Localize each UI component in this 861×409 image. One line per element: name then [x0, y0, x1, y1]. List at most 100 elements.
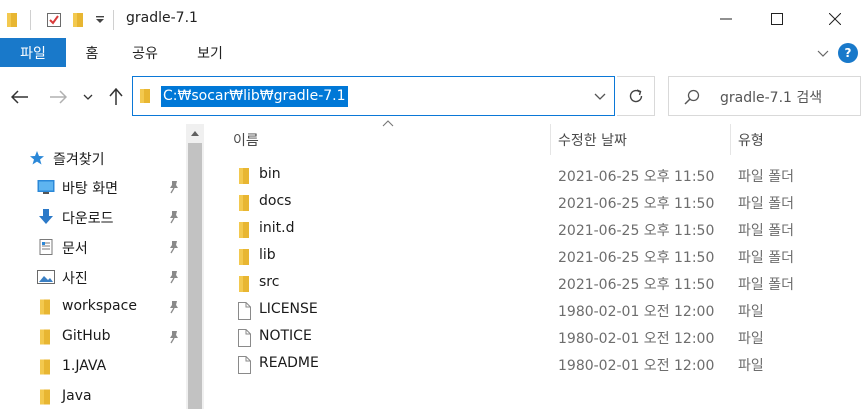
quick-access[interactable]: 즐겨찾기	[0, 145, 186, 171]
file-type: 파일 폴더	[738, 250, 794, 266]
navigation-pane: 즐겨찾기 바탕 화면 다운로드 문서 사진 workspace GitHub 1…	[0, 124, 186, 409]
help-button[interactable]: ?	[838, 43, 858, 63]
tab-view[interactable]: 보기	[188, 38, 232, 67]
refresh-icon	[629, 89, 642, 103]
folder-icon	[239, 249, 249, 265]
folder-icon	[239, 195, 249, 211]
sidebar-item-github[interactable]: GitHub	[0, 324, 186, 350]
search-icon	[684, 89, 700, 105]
up-button[interactable]	[104, 85, 128, 109]
close-icon	[829, 13, 841, 25]
table-row[interactable]: src 2021-06-25 오후 11:50 파일 폴더	[222, 270, 861, 297]
chevron-down-icon	[83, 94, 93, 100]
recent-locations-button[interactable]	[78, 85, 98, 109]
quick-access-label: 즐겨찾기	[53, 152, 105, 168]
column-header-name[interactable]: 이름	[233, 130, 259, 150]
search-input[interactable]: gradle-7.1 검색	[720, 87, 822, 107]
sidebar-item-label: 사진	[62, 271, 88, 287]
table-row[interactable]: docs 2021-06-25 오후 11:50 파일 폴더	[222, 189, 861, 216]
pin-icon[interactable]	[168, 210, 180, 224]
sidebar-item-1java[interactable]: 1.JAVA	[0, 354, 186, 380]
table-row[interactable]: LICENSE 1980-02-01 오전 12:00 파일	[222, 297, 861, 324]
file-name: LICENSE	[259, 301, 318, 317]
desktop-icon	[37, 180, 55, 194]
file-icon	[238, 329, 251, 347]
file-date: 2021-06-25 오후 11:50	[558, 250, 715, 266]
pin-icon[interactable]	[168, 300, 180, 314]
column-header-date[interactable]: 수정한 날짜	[558, 130, 627, 150]
table-row[interactable]: bin 2021-06-25 오후 11:50 파일 폴더	[222, 162, 861, 189]
forward-button[interactable]	[46, 85, 70, 109]
file-icon	[238, 356, 251, 374]
close-button[interactable]	[809, 0, 861, 38]
sidebar-item-workspace[interactable]: workspace	[0, 294, 186, 320]
file-date: 2021-06-25 오후 11:50	[558, 196, 715, 212]
file-icon	[238, 302, 251, 320]
sidebar-item-label: Java	[62, 388, 92, 404]
documents-icon	[39, 239, 53, 255]
folder-icon	[239, 276, 249, 292]
maximize-icon	[771, 13, 783, 25]
pin-icon[interactable]	[168, 330, 180, 344]
search-box[interactable]: gradle-7.1 검색	[668, 76, 861, 116]
refresh-button[interactable]	[617, 76, 655, 116]
scroll-up-button[interactable]	[186, 124, 204, 142]
minimize-icon	[720, 18, 732, 20]
minimize-button[interactable]	[700, 0, 752, 38]
sidebar-item-label: GitHub	[62, 328, 111, 344]
window-title: gradle-7.1	[126, 10, 198, 26]
file-type: 파일	[738, 331, 764, 347]
file-name: docs	[259, 193, 292, 209]
folder-icon	[239, 222, 249, 238]
file-date: 2021-06-25 오후 11:50	[558, 223, 715, 239]
sidebar-item-java[interactable]: Java	[0, 384, 186, 409]
folder-icon	[239, 168, 249, 184]
table-row[interactable]: NOTICE 1980-02-01 오전 12:00 파일	[222, 324, 861, 351]
title-bar: gradle-7.1	[0, 0, 861, 38]
scroll-thumb[interactable]	[188, 143, 202, 409]
tab-file[interactable]: 파일	[0, 38, 66, 67]
address-dropdown-icon[interactable]	[592, 88, 608, 104]
table-row[interactable]: init.d 2021-06-25 오후 11:50 파일 폴더	[222, 216, 861, 243]
table-row[interactable]: README 1980-02-01 오전 12:00 파일	[222, 351, 861, 378]
new-folder-icon[interactable]	[71, 11, 87, 29]
file-name: lib	[259, 247, 276, 263]
pin-icon[interactable]	[168, 240, 180, 254]
file-name: src	[259, 274, 280, 290]
column-header-row: 이름 수정한 날짜 유형	[222, 124, 861, 155]
up-arrow-icon	[109, 88, 123, 105]
file-type: 파일 폴더	[738, 223, 794, 239]
back-button[interactable]	[8, 85, 32, 109]
pin-icon[interactable]	[168, 270, 180, 284]
folder-icon	[40, 299, 50, 315]
address-bar[interactable]: C:₩socar₩lib₩gradle-7.1	[132, 76, 615, 116]
file-date: 1980-02-01 오전 12:00	[558, 304, 715, 320]
file-name: init.d	[259, 220, 295, 236]
sidebar-item-label: 문서	[62, 241, 88, 257]
folder-icon	[40, 329, 50, 345]
star-icon	[30, 151, 44, 165]
file-type: 파일 폴더	[738, 196, 794, 212]
sidebar-item-desktop[interactable]: 바탕 화면	[0, 174, 186, 200]
properties-icon[interactable]	[45, 11, 63, 29]
file-date: 1980-02-01 오전 12:00	[558, 358, 715, 374]
tab-share[interactable]: 공유	[123, 38, 167, 67]
tab-home[interactable]: 홈	[76, 38, 108, 67]
expand-ribbon-icon[interactable]	[815, 45, 831, 61]
ribbon: 파일 홈 공유 보기 ?	[0, 38, 861, 68]
maximize-button[interactable]	[751, 0, 803, 38]
sidebar-item-documents[interactable]: 문서	[0, 234, 186, 260]
sidebar-item-label: 다운로드	[62, 211, 114, 227]
download-icon	[39, 209, 53, 224]
file-date: 1980-02-01 오전 12:00	[558, 331, 715, 347]
address-path[interactable]: C:₩socar₩lib₩gradle-7.1	[161, 86, 348, 107]
customize-toolbar-icon[interactable]	[93, 11, 107, 29]
table-row[interactable]: lib 2021-06-25 오후 11:50 파일 폴더	[222, 243, 861, 270]
sidebar-item-downloads[interactable]: 다운로드	[0, 204, 186, 230]
pin-icon[interactable]	[168, 180, 180, 194]
column-header-type[interactable]: 유형	[738, 130, 764, 150]
file-type: 파일	[738, 358, 764, 374]
sidebar-item-pictures[interactable]: 사진	[0, 264, 186, 290]
file-name: bin	[259, 166, 281, 182]
file-date: 2021-06-25 오후 11:50	[558, 277, 715, 293]
